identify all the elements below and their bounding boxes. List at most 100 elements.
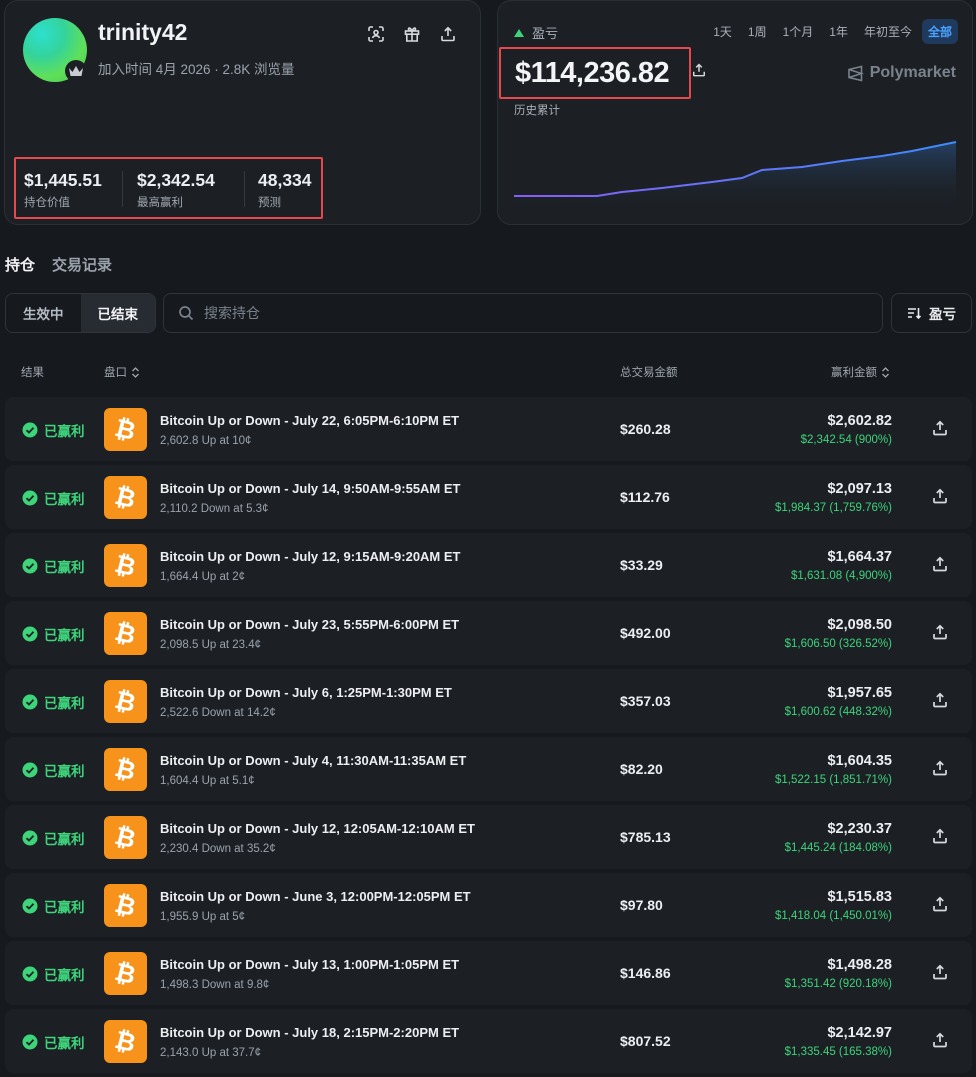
market-title[interactable]: Bitcoin Up or Down - June 3, 12:00PM-12:… xyxy=(160,889,471,904)
market-title[interactable]: Bitcoin Up or Down - July 6, 1:25PM-1:30… xyxy=(160,685,452,700)
table-header: 结果 盘口 总交易金额 赢利金额 xyxy=(0,364,976,380)
total-traded: $785.13 xyxy=(620,829,671,845)
history-label: 历史累计 xyxy=(514,105,560,117)
bitcoin-icon: ₿ xyxy=(104,612,147,655)
market-title[interactable]: Bitcoin Up or Down - July 12, 12:05AM-12… xyxy=(160,821,475,836)
total-traded: $33.29 xyxy=(620,557,663,573)
polymarket-brand: Polymarket xyxy=(847,64,956,82)
won-amount: $1,604.35 xyxy=(827,753,892,769)
position-detail: 1,498.3 Down at 9.8¢ xyxy=(160,979,270,991)
share-icon[interactable] xyxy=(932,556,948,572)
table-row[interactable]: 已赢利 ₿ Bitcoin Up or Down - June 3, 12:00… xyxy=(5,873,972,937)
range-ytd[interactable]: 年初至今 xyxy=(858,19,918,44)
pnl-card: 盈亏 1天 1周 1个月 1年 年初至今 全部 $114,236.82 Poly… xyxy=(497,0,973,225)
search-input[interactable]: 搜索持仓 xyxy=(163,293,883,333)
market-title[interactable]: Bitcoin Up or Down - July 14, 9:50AM-9:5… xyxy=(160,481,461,496)
sort-icon xyxy=(908,308,921,319)
pnl-amount: $114,236.82 xyxy=(515,57,670,89)
market-title[interactable]: Bitcoin Up or Down - July 23, 5:55PM-6:0… xyxy=(160,617,459,632)
share-icon[interactable] xyxy=(932,488,948,504)
share-icon[interactable] xyxy=(932,760,948,776)
position-detail: 2,143.0 Up at 37.7¢ xyxy=(160,1047,262,1059)
share-icon[interactable] xyxy=(692,63,706,82)
check-circle-icon xyxy=(22,898,38,914)
share-icon[interactable] xyxy=(932,896,948,912)
total-traded: $357.03 xyxy=(620,693,671,709)
triangle-up-icon xyxy=(514,28,524,37)
tab-positions[interactable]: 持仓 xyxy=(5,254,35,275)
table-row[interactable]: 已赢利 ₿ Bitcoin Up or Down - July 6, 1:25P… xyxy=(5,669,972,733)
check-circle-icon xyxy=(22,558,38,574)
share-icon[interactable] xyxy=(932,828,948,844)
table-row[interactable]: 已赢利 ₿ Bitcoin Up or Down - July 18, 2:15… xyxy=(5,1009,972,1073)
won-amount: $2,097.13 xyxy=(827,481,892,497)
share-icon[interactable] xyxy=(932,692,948,708)
position-detail: 1,604.4 Up at 5.1¢ xyxy=(160,775,255,787)
stat-positions-value: $1,445.51 持仓价值 xyxy=(24,170,102,209)
share-icon[interactable] xyxy=(932,624,948,640)
position-detail: 2,098.5 Up at 23.4¢ xyxy=(160,639,262,651)
result-status: 已赢利 xyxy=(22,692,85,712)
table-row[interactable]: 已赢利 ₿ Bitcoin Up or Down - July 23, 5:55… xyxy=(5,601,972,665)
share-icon[interactable] xyxy=(932,1032,948,1048)
segment-active[interactable]: 生效中 xyxy=(6,294,81,332)
bitcoin-icon: ₿ xyxy=(104,680,147,723)
market-title[interactable]: Bitcoin Up or Down - July 18, 2:15PM-2:2… xyxy=(160,1025,459,1040)
check-circle-icon xyxy=(22,762,38,778)
gift-icon[interactable] xyxy=(401,23,423,45)
join-info: 加入时间 4月 2026 · 2.8K 浏览量 xyxy=(98,62,295,77)
total-traded: $492.00 xyxy=(620,625,671,641)
polymarket-logo-icon xyxy=(847,64,864,82)
stat-biggest-win: $2,342.54 最高赢利 xyxy=(137,170,215,209)
check-circle-icon xyxy=(22,422,38,438)
header-won[interactable]: 赢利金额 xyxy=(831,364,890,380)
share-icon[interactable] xyxy=(932,420,948,436)
tab-activity[interactable]: 交易记录 xyxy=(52,254,112,275)
share-icon[interactable] xyxy=(437,23,459,45)
sort-button[interactable]: 盈亏 xyxy=(891,293,972,333)
table-row[interactable]: 已赢利 ₿ Bitcoin Up or Down - July 4, 11:30… xyxy=(5,737,972,801)
gain-amount: $1,418.04 (1,450.01%) xyxy=(774,910,892,922)
won-amount: $1,664.37 xyxy=(827,549,892,565)
status-segment: 生效中 已结束 xyxy=(5,293,156,333)
range-1m[interactable]: 1个月 xyxy=(777,19,820,44)
share-icon[interactable] xyxy=(932,964,948,980)
header-market[interactable]: 盘口 xyxy=(104,364,140,380)
gain-amount: $2,342.54 (900%) xyxy=(800,434,892,446)
check-circle-icon xyxy=(22,830,38,846)
stats-highlight: $1,445.51 持仓价值 $2,342.54 最高赢利 48,334 预测 xyxy=(14,157,323,219)
range-1d[interactable]: 1天 xyxy=(707,19,738,44)
range-all[interactable]: 全部 xyxy=(921,19,958,44)
positions-list: 已赢利 ₿ Bitcoin Up or Down - July 22, 6:05… xyxy=(5,397,972,1077)
pnl-highlight: $114,236.82 xyxy=(499,47,691,99)
gain-amount: $1,606.50 (326.52%) xyxy=(784,638,892,650)
position-detail: 1,955.9 Up at 5¢ xyxy=(160,911,246,923)
check-circle-icon xyxy=(22,694,38,710)
market-title[interactable]: Bitcoin Up or Down - July 13, 1:00PM-1:0… xyxy=(160,957,459,972)
segment-closed[interactable]: 已结束 xyxy=(80,294,155,332)
check-circle-icon xyxy=(22,626,38,642)
search-icon xyxy=(179,306,194,321)
table-row[interactable]: 已赢利 ₿ Bitcoin Up or Down - July 14, 9:50… xyxy=(5,465,972,529)
gain-amount: $1,984.37 (1,759.76%) xyxy=(774,502,892,514)
check-circle-icon xyxy=(22,490,38,506)
market-title[interactable]: Bitcoin Up or Down - July 4, 11:30AM-11:… xyxy=(160,753,466,768)
scan-icon[interactable] xyxy=(365,23,387,45)
gain-amount: $1,445.24 (184.08%) xyxy=(784,842,892,854)
position-detail: 2,230.4 Down at 35.2¢ xyxy=(160,843,276,855)
check-circle-icon xyxy=(22,966,38,982)
total-traded: $97.80 xyxy=(620,897,663,913)
bitcoin-icon: ₿ xyxy=(104,476,147,519)
market-title[interactable]: Bitcoin Up or Down - July 12, 9:15AM-9:2… xyxy=(160,549,461,564)
header-result: 结果 xyxy=(21,367,44,379)
bitcoin-icon: ₿ xyxy=(104,544,147,587)
total-traded: $82.20 xyxy=(620,761,663,777)
table-row[interactable]: 已赢利 ₿ Bitcoin Up or Down - July 13, 1:00… xyxy=(5,941,972,1005)
market-title[interactable]: Bitcoin Up or Down - July 22, 6:05PM-6:1… xyxy=(160,413,459,428)
search-placeholder: 搜索持仓 xyxy=(204,305,260,321)
range-1w[interactable]: 1周 xyxy=(742,19,773,44)
table-row[interactable]: 已赢利 ₿ Bitcoin Up or Down - July 12, 12:0… xyxy=(5,805,972,869)
table-row[interactable]: 已赢利 ₿ Bitcoin Up or Down - July 12, 9:15… xyxy=(5,533,972,597)
range-1y[interactable]: 1年 xyxy=(823,19,854,44)
table-row[interactable]: 已赢利 ₿ Bitcoin Up or Down - July 22, 6:05… xyxy=(5,397,972,461)
